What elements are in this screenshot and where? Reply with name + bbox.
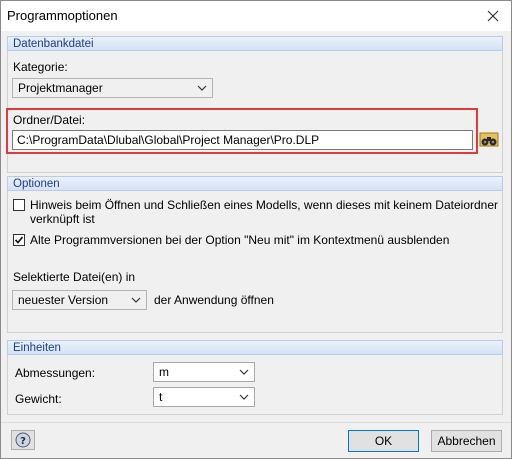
weight-label: Gewicht: <box>15 392 62 406</box>
dimensions-select[interactable]: m <box>153 362 255 382</box>
version-select[interactable]: neuester Version <box>12 290 147 310</box>
cancel-button[interactable]: Abbrechen <box>431 430 502 452</box>
close-icon <box>487 10 499 22</box>
dimensions-value: m <box>159 365 169 379</box>
open-with-label: der Anwendung öffnen <box>154 293 274 307</box>
help-button[interactable]: ? <box>11 430 35 450</box>
ok-button[interactable]: OK <box>348 430 419 452</box>
options-section-header: Optionen <box>7 176 503 191</box>
chevron-down-icon <box>239 394 249 400</box>
hint-checkbox-label-line2: verknüpft ist <box>30 212 95 226</box>
chevron-down-icon <box>239 369 249 375</box>
database-section <box>7 51 503 173</box>
dimensions-label: Abmessungen: <box>15 366 96 380</box>
program-options-dialog: Programmoptionen Datenbankdatei Kategori… <box>0 0 512 459</box>
chevron-down-icon <box>131 297 141 303</box>
folder-path-input[interactable]: C:\ProgramData\Dlubal\Global\Project Man… <box>12 130 473 150</box>
svg-text:?: ? <box>20 436 26 447</box>
title-bar: Programmoptionen <box>1 1 511 31</box>
category-value: Projektmanager <box>18 81 103 95</box>
hint-checkbox[interactable] <box>13 199 25 211</box>
footer-divider <box>1 422 511 423</box>
version-value: neuester Version <box>18 293 109 307</box>
hide-old-versions-checkbox[interactable] <box>13 234 25 246</box>
hint-checkbox-label-line1: Hinweis beim Öffnen und Schließen eines … <box>30 198 499 212</box>
weight-select[interactable]: t <box>153 387 255 407</box>
window-title: Programmoptionen <box>7 8 118 23</box>
units-section <box>7 355 503 415</box>
database-section-header: Datenbankdatei <box>7 36 503 51</box>
category-label: Kategorie: <box>13 60 68 74</box>
units-section-header: Einheiten <box>7 340 503 355</box>
weight-value: t <box>159 390 163 404</box>
help-icon: ? <box>15 432 31 448</box>
binoculars-icon <box>479 132 499 147</box>
folder-label: Ordner/Datei: <box>13 113 86 127</box>
hide-old-versions-label: Alte Programmversionen bei der Option "N… <box>30 233 450 247</box>
browse-button[interactable] <box>478 129 500 151</box>
checkmark-icon <box>14 236 24 244</box>
selected-files-label: Selektierte Datei(en) in <box>13 270 136 284</box>
close-button[interactable] <box>475 1 511 31</box>
chevron-down-icon <box>197 85 207 91</box>
category-select[interactable]: Projektmanager <box>12 78 213 98</box>
